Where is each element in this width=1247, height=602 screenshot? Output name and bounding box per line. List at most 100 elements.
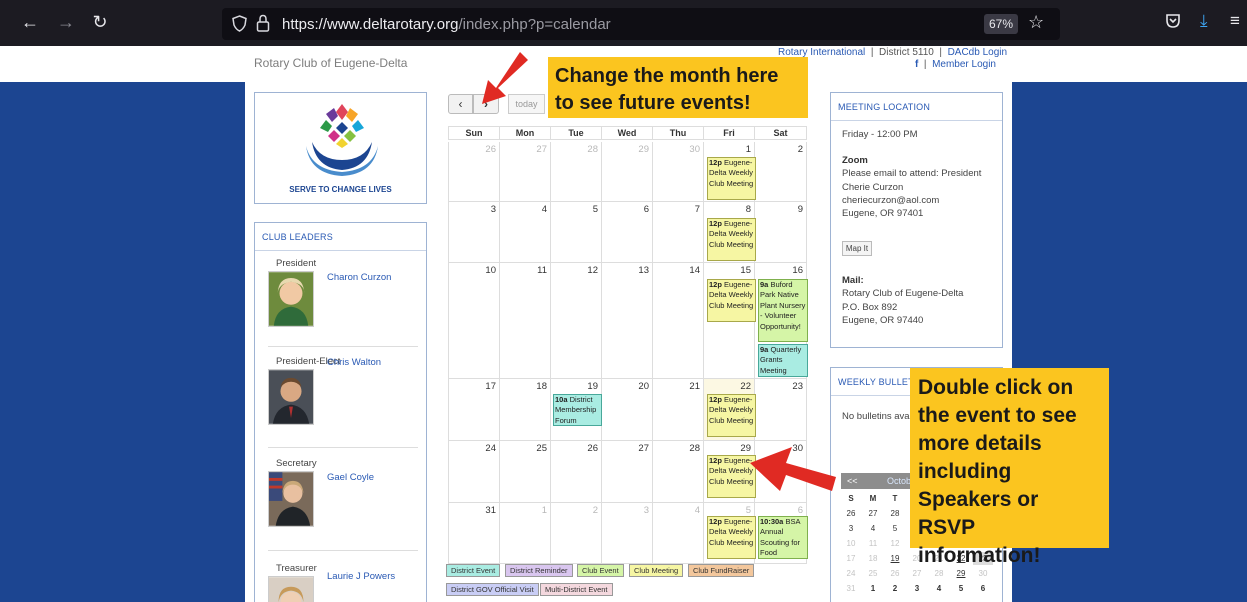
day-of-week-label: Fri — [704, 126, 755, 140]
calendar-day-cell[interactable]: 14 — [653, 263, 704, 379]
reload-icon[interactable]: ↻ — [88, 12, 112, 33]
calendar-day-cell[interactable]: 29 — [602, 142, 653, 202]
leader-name-link[interactable]: Gael Coyle — [327, 472, 374, 483]
day-number: 3 — [490, 204, 496, 215]
mini-calendar-day[interactable]: 17 — [841, 552, 861, 565]
calendar-day-cell[interactable]: 11 — [500, 263, 551, 379]
download-icon[interactable]: ⤓ — [1200, 11, 1208, 31]
logo-box: SERVE TO CHANGE LIVES — [254, 92, 427, 204]
forward-icon[interactable]: → — [54, 12, 78, 33]
zoom-indicator[interactable]: 67% — [984, 14, 1018, 34]
address-bar[interactable]: https://www.deltarotary.org/index.php?p=… — [222, 8, 1060, 40]
mini-calendar-day[interactable]: 12 — [885, 537, 905, 550]
calendar-day-cell[interactable]: 7 — [653, 202, 704, 263]
calendar-day-cell[interactable]: 4 — [653, 503, 704, 564]
hamburger-menu-icon[interactable]: ≡ — [1230, 11, 1240, 31]
calendar-day-cell[interactable]: 6 — [602, 202, 653, 263]
leader-photo[interactable] — [268, 271, 314, 327]
event-membership-forum[interactable]: 10a District Membership Forum — [553, 394, 602, 426]
mini-calendar-day[interactable]: 24 — [841, 567, 861, 580]
back-icon[interactable]: ← — [18, 12, 42, 33]
mini-calendar-day[interactable]: 27 — [863, 507, 883, 520]
mini-calendar-day[interactable]: 26 — [841, 507, 861, 520]
mini-prev-button[interactable]: << — [847, 476, 858, 486]
calendar-day-cell[interactable]: 25 — [500, 441, 551, 503]
mail-line: Eugene, OR 97440 — [842, 314, 924, 326]
leader-role: President — [276, 258, 317, 269]
day-number: 16 — [792, 265, 803, 276]
meeting-time: Friday - 12:00 PM — [842, 129, 918, 140]
calendar-day-cell[interactable]: 3 — [448, 202, 500, 263]
calendar-day-cell[interactable]: 26 — [448, 142, 500, 202]
event-bsa-scouting[interactable]: 10:30a BSA Annual Scouting for Food — [758, 516, 808, 559]
calendar-day-cell[interactable]: 21 — [653, 379, 704, 441]
mini-calendar-day[interactable]: 26 — [885, 567, 905, 580]
leader-photo[interactable] — [268, 369, 314, 425]
leader-photo[interactable] — [268, 576, 314, 602]
mini-calendar-day[interactable]: 4 — [929, 582, 949, 595]
calendar-day-cell[interactable]: 27 — [602, 441, 653, 503]
mini-calendar-day[interactable]: 3 — [841, 522, 861, 535]
mini-calendar-day[interactable]: 4 — [863, 522, 883, 535]
leader-name-link[interactable]: Charon Curzon — [327, 272, 391, 283]
day-number: 15 — [740, 265, 751, 276]
calendar-day-cell[interactable]: 13 — [602, 263, 653, 379]
month-callout: Change the month here to see future even… — [548, 57, 808, 118]
dacdb-login-link[interactable]: DACdb Login — [948, 47, 1007, 58]
member-login-link[interactable]: Member Login — [932, 59, 996, 70]
calendar-day-cell[interactable]: 3 — [602, 503, 653, 564]
mail-line: Rotary Club of Eugene-Delta — [842, 288, 964, 300]
district-link[interactable]: District 5110 — [879, 47, 934, 58]
event-quarterly-grants[interactable]: 9a Quarterly Grants Meeting — [758, 344, 808, 377]
calendar-day-cell[interactable]: 18 — [500, 379, 551, 441]
mini-calendar-day[interactable]: 10 — [841, 537, 861, 550]
map-it-button[interactable]: Map It — [842, 241, 872, 256]
calendar-day-cell[interactable]: 26 — [551, 441, 602, 503]
day-number: 26 — [587, 443, 598, 454]
mini-calendar-day[interactable]: 25 — [863, 567, 883, 580]
day-number: 4 — [694, 505, 700, 516]
leader-name-link[interactable]: Chris Walton — [327, 357, 381, 368]
mini-calendar-day[interactable]: 5 — [885, 522, 905, 535]
event-weekly-meeting[interactable]: 12p Eugene-Delta Weekly Club Meeting — [707, 157, 756, 200]
calendar-day-cell[interactable]: 28 — [551, 142, 602, 202]
mini-calendar-day[interactable]: 1 — [863, 582, 883, 595]
event-buford-park[interactable]: 9a Buford Park Native Plant Nursery - Vo… — [758, 279, 808, 342]
mini-calendar-day[interactable]: 31 — [841, 582, 861, 595]
calendar-day-cell[interactable]: 20 — [602, 379, 653, 441]
event-weekly-meeting[interactable]: 12p Eugene-Delta Weekly Club Meeting — [707, 516, 756, 559]
arrow-to-next-month — [482, 52, 528, 104]
calendar-day-cell[interactable]: 28 — [653, 441, 704, 503]
mini-calendar-day[interactable]: 5 — [951, 582, 971, 595]
pocket-icon[interactable] — [1165, 13, 1181, 29]
facebook-icon[interactable]: f — [915, 59, 918, 70]
calendar-day-cell[interactable]: 17 — [448, 379, 500, 441]
event-weekly-meeting[interactable]: 12p Eugene-Delta Weekly Club Meeting — [707, 279, 756, 322]
calendar-day-cell[interactable]: 9 — [755, 202, 807, 263]
mini-calendar-day[interactable]: 11 — [863, 537, 883, 550]
day-number: 2 — [592, 505, 598, 516]
calendar-day-cell[interactable]: 24 — [448, 441, 500, 503]
leader-name-link[interactable]: Laurie J Powers — [327, 571, 395, 582]
mini-calendar-day[interactable]: 3 — [907, 582, 927, 595]
calendar-day-cell[interactable]: 27 — [500, 142, 551, 202]
bookmark-star-icon[interactable]: ☆ — [1028, 12, 1044, 33]
mini-calendar-day[interactable]: 2 — [885, 582, 905, 595]
event-weekly-meeting[interactable]: 12p Eugene-Delta Weekly Club Meeting — [707, 218, 756, 261]
calendar-day-cell[interactable]: 1 — [500, 503, 551, 564]
mini-calendar-day[interactable]: 6 — [973, 582, 993, 595]
calendar-day-cell[interactable]: 31 — [448, 503, 500, 564]
calendar-day-cell[interactable]: 30 — [653, 142, 704, 202]
mini-calendar-day[interactable]: 28 — [885, 507, 905, 520]
calendar-day-cell[interactable]: 10 — [448, 263, 500, 379]
leader-photo[interactable] — [268, 471, 314, 527]
calendar-day-cell[interactable]: 12 — [551, 263, 602, 379]
calendar-day-cell[interactable]: 2 — [551, 503, 602, 564]
calendar-day-cell[interactable]: 2 — [755, 142, 807, 202]
calendar-day-cell[interactable]: 5 — [551, 202, 602, 263]
calendar-day-cell[interactable]: 4 — [500, 202, 551, 263]
mini-calendar-day[interactable]: 19 — [885, 552, 905, 565]
mini-calendar-day[interactable]: 18 — [863, 552, 883, 565]
day-number: 21 — [689, 381, 700, 392]
event-time: 10a — [555, 395, 568, 404]
